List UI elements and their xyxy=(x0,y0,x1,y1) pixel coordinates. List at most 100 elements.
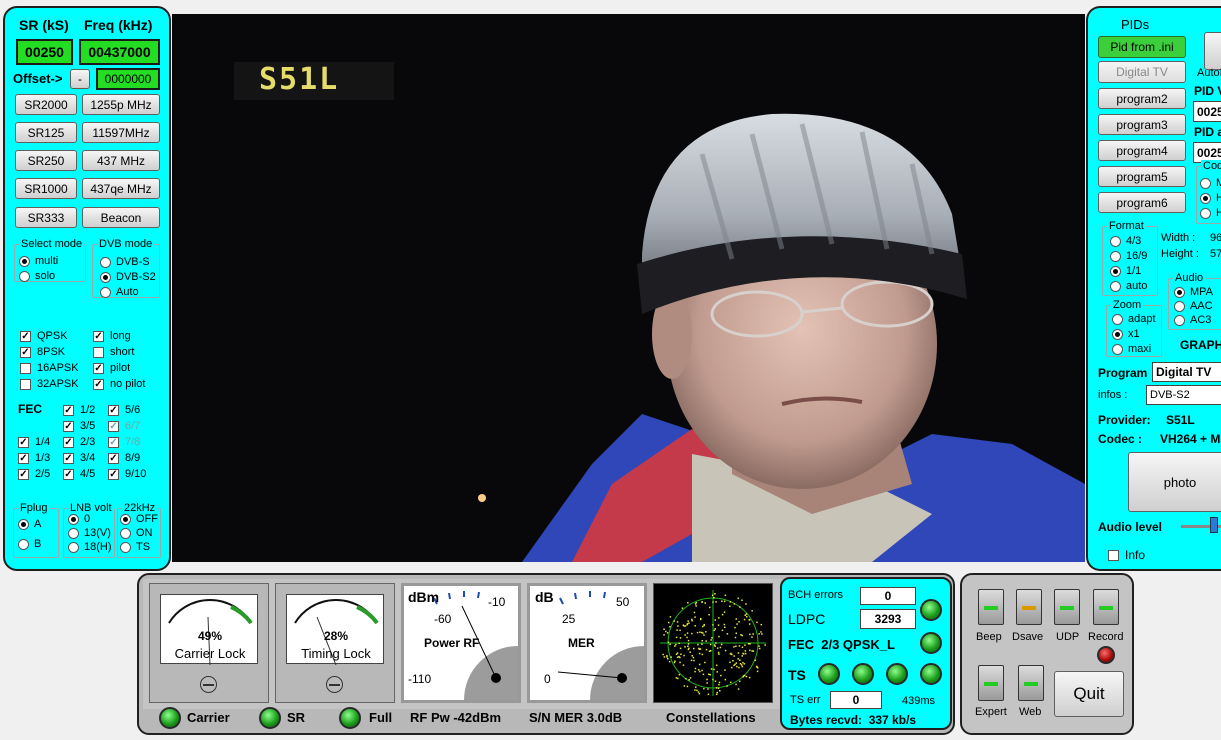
zoom-option-0[interactable]: adapt xyxy=(1112,313,1156,325)
format-option-2[interactable]: 1/1 xyxy=(1110,265,1141,277)
frame-1-box[interactable] xyxy=(93,346,104,358)
fplug-option-0[interactable]: A xyxy=(18,518,41,530)
fec-col2-4-box[interactable] xyxy=(63,468,74,480)
program-button-4[interactable]: program4 xyxy=(1098,140,1186,161)
fec-col1-1-box[interactable] xyxy=(18,452,29,464)
select-mode-option-1-radio[interactable] xyxy=(19,270,30,282)
zoom-option-1[interactable]: x1 xyxy=(1112,328,1140,340)
audio-option-1[interactable]: AAC xyxy=(1174,300,1213,312)
zoom-option-0-radio[interactable] xyxy=(1112,313,1123,325)
program-button-3[interactable]: program3 xyxy=(1098,114,1186,135)
zoom-option-2[interactable]: maxi xyxy=(1112,343,1151,355)
fec-col3-0[interactable]: 5/6 xyxy=(108,404,140,416)
auto-pid-button[interactable] xyxy=(1204,32,1221,70)
fec-col2-3-box[interactable] xyxy=(63,452,74,464)
freq-preset-button-4[interactable]: Beacon xyxy=(82,207,160,228)
fec-col2-3[interactable]: 3/4 xyxy=(63,452,95,464)
codec-option-1[interactable]: H xyxy=(1200,192,1221,204)
audio-level-thumb[interactable] xyxy=(1210,517,1218,533)
audio-option-0[interactable]: MPA xyxy=(1174,286,1213,298)
fec-col3-1[interactable]: 6/7 xyxy=(108,420,140,432)
lnb-volt-option-2-radio[interactable] xyxy=(68,541,79,553)
sr-button-sr1000[interactable]: SR1000 xyxy=(15,178,77,199)
dvb-mode-option-2-radio[interactable] xyxy=(100,286,111,298)
format-option-0-radio[interactable] xyxy=(1110,235,1121,247)
modulation-3[interactable]: 32APSK xyxy=(20,378,79,390)
program-button-6[interactable]: program6 xyxy=(1098,192,1186,213)
select-mode-option-1[interactable]: solo xyxy=(19,270,55,282)
22khz-option-0[interactable]: OFF xyxy=(120,513,158,525)
fec-col3-3-box[interactable] xyxy=(108,452,119,464)
dvb-mode-option-2[interactable]: Auto xyxy=(100,286,139,298)
program-button-2[interactable]: program2 xyxy=(1098,88,1186,109)
quit-button[interactable]: Quit xyxy=(1054,671,1124,717)
frame-0[interactable]: long xyxy=(93,330,131,342)
fec-col2-4[interactable]: 4/5 xyxy=(63,468,95,480)
dvb-mode-option-1-radio[interactable] xyxy=(100,271,111,283)
dsave-toggle[interactable] xyxy=(1016,589,1042,625)
format-option-1-radio[interactable] xyxy=(1110,250,1121,262)
lnb-volt-option-0-radio[interactable] xyxy=(68,513,79,525)
audio-option-1-radio[interactable] xyxy=(1174,300,1185,312)
zoom-option-1-radio[interactable] xyxy=(1112,328,1123,340)
sr-display[interactable]: 00250 xyxy=(16,39,73,65)
select-mode-option-0[interactable]: multi xyxy=(19,255,58,267)
dvb-mode-option-0-radio[interactable] xyxy=(100,256,111,268)
frame-3[interactable]: no pilot xyxy=(93,378,145,390)
zoom-option-2-radio[interactable] xyxy=(1112,343,1123,355)
fec-col3-3[interactable]: 8/9 xyxy=(108,452,140,464)
codec-option-1-radio[interactable] xyxy=(1200,192,1211,204)
program-select[interactable]: Digital TV xyxy=(1152,362,1221,382)
modulation-2[interactable]: 16APSK xyxy=(20,362,79,374)
fplug-option-1-radio[interactable] xyxy=(18,538,29,550)
22khz-option-1[interactable]: ON xyxy=(120,527,153,539)
freq-preset-button-1[interactable]: 11597MHz xyxy=(82,122,160,143)
pid-from-ini-button[interactable]: Pid from .ini xyxy=(1098,36,1186,58)
video-display[interactable]: S51L xyxy=(172,14,1085,562)
sr-button-sr125[interactable]: SR125 xyxy=(15,122,77,143)
fplug-option-1[interactable]: B xyxy=(18,538,41,550)
fec-col1-2[interactable]: 2/5 xyxy=(18,468,50,480)
dvb-mode-option-0[interactable]: DVB-S xyxy=(100,256,150,268)
freq-preset-button-2[interactable]: 437 MHz xyxy=(82,150,160,171)
fplug-option-0-radio[interactable] xyxy=(18,518,29,530)
modulation-3-box[interactable] xyxy=(20,378,31,390)
photo-button[interactable]: photo xyxy=(1128,452,1221,512)
lnb-volt-option-1[interactable]: 13(V) xyxy=(68,527,111,539)
infos-field[interactable]: DVB-S2 xyxy=(1146,385,1221,405)
format-option-0[interactable]: 4/3 xyxy=(1110,235,1141,247)
22khz-option-1-radio[interactable] xyxy=(120,527,131,539)
web-toggle[interactable] xyxy=(1018,665,1044,701)
frame-2-box[interactable] xyxy=(93,362,104,374)
info-checkbox[interactable]: Info xyxy=(1108,548,1145,562)
modulation-2-box[interactable] xyxy=(20,362,31,374)
22khz-option-2[interactable]: TS xyxy=(120,541,150,553)
fec-col1-2-box[interactable] xyxy=(18,468,29,480)
frame-3-box[interactable] xyxy=(93,378,104,390)
udp-toggle[interactable] xyxy=(1054,589,1080,625)
modulation-1[interactable]: 8PSK xyxy=(20,346,65,358)
offset-display[interactable]: 0000000 xyxy=(96,68,160,90)
lnb-volt-option-0[interactable]: 0 xyxy=(68,513,90,525)
fec-col2-0-box[interactable] xyxy=(63,404,74,416)
format-option-3-radio[interactable] xyxy=(1110,280,1121,292)
fec-col2-2-box[interactable] xyxy=(63,436,74,448)
freq-preset-button-3[interactable]: 437qe MHz xyxy=(82,178,160,199)
sr-button-sr2000[interactable]: SR2000 xyxy=(15,94,77,115)
modulation-1-box[interactable] xyxy=(20,346,31,358)
expert-toggle[interactable] xyxy=(978,665,1004,701)
fec-col3-2[interactable]: 7/8 xyxy=(108,436,140,448)
fec-col2-0[interactable]: 1/2 xyxy=(63,404,95,416)
fec-col1-1[interactable]: 1/3 xyxy=(18,452,50,464)
frame-0-box[interactable] xyxy=(93,330,104,342)
fec-col1-0[interactable]: 1/4 xyxy=(18,436,50,448)
fec-col2-2[interactable]: 2/3 xyxy=(63,436,95,448)
fec-col3-4[interactable]: 9/10 xyxy=(108,468,146,480)
pid-v-input[interactable]: 0025 xyxy=(1193,101,1221,122)
codec-option-0[interactable]: M xyxy=(1200,177,1221,189)
modulation-0-box[interactable] xyxy=(20,330,31,342)
fec-col3-2-box[interactable] xyxy=(108,436,119,448)
format-option-2-radio[interactable] xyxy=(1110,265,1121,277)
carrier-lock-knob[interactable] xyxy=(200,676,217,693)
codec-option-2[interactable]: H xyxy=(1200,207,1221,219)
